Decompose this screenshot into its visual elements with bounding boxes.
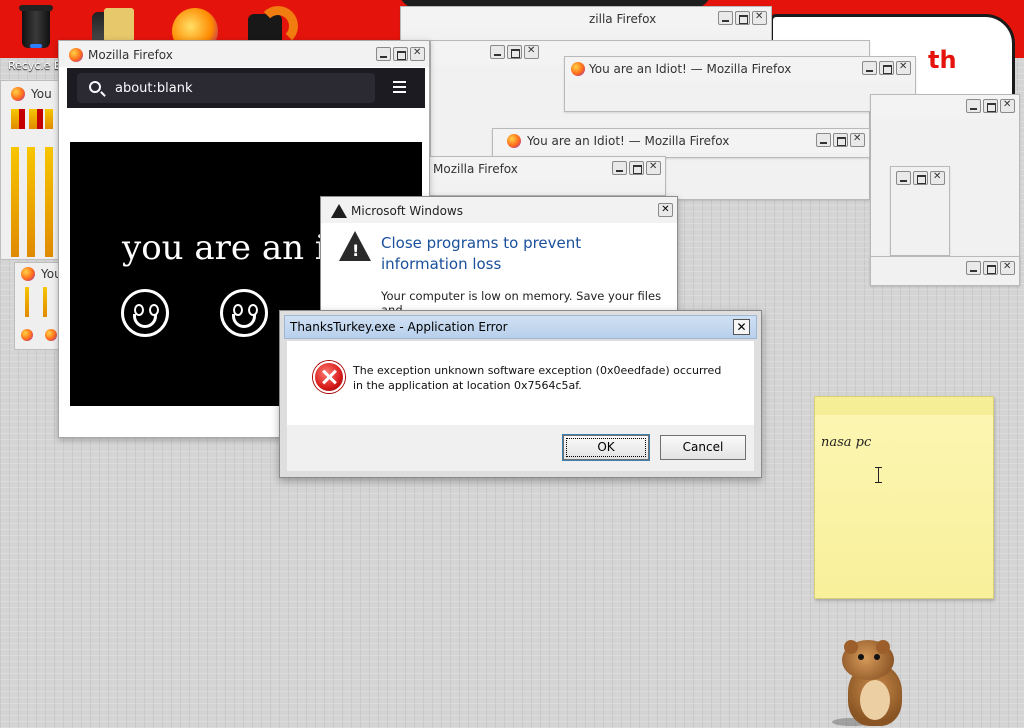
close-icon[interactable]: [524, 45, 539, 59]
close-icon[interactable]: [1000, 99, 1015, 113]
low-memory-title: Microsoft Windows: [351, 204, 463, 218]
ghost-window-title: You are an Idiot! — Mozilla Firefox: [527, 134, 730, 148]
low-memory-dialog: Microsoft Windows ✕ Close programs to pr…: [320, 196, 678, 328]
maximize-icon[interactable]: [629, 161, 644, 175]
firefox-icon: [507, 134, 521, 148]
ghost-window-title: You are an Idiot! — Mozilla Firefox: [589, 62, 792, 76]
close-icon[interactable]: [850, 133, 865, 147]
ghost-window-idiot: You are an Idiot! — Mozilla Firefox: [564, 56, 916, 112]
sticky-note[interactable]: nasa pc: [814, 396, 994, 599]
firefox-icon: [21, 267, 35, 281]
close-icon[interactable]: [410, 47, 425, 61]
address-bar-url[interactable]: about:blank: [115, 81, 193, 96]
recycle-bin-icon[interactable]: [14, 5, 58, 56]
maximize-icon[interactable]: [735, 11, 750, 25]
firefox-icon: [69, 48, 83, 62]
smiley-face-icon: [220, 289, 268, 337]
application-error-titlebar[interactable]: ThanksTurkey.exe - Application Error ✕: [284, 315, 757, 339]
ghost-window: Mozilla Firefox: [426, 156, 666, 196]
error-icon: [313, 361, 345, 393]
application-error-message: The exception unknown software exception…: [353, 364, 722, 392]
ghost-window: [870, 256, 1020, 286]
close-icon[interactable]: ✕: [658, 203, 673, 217]
maximize-icon[interactable]: [983, 99, 998, 113]
minimize-icon[interactable]: [816, 133, 831, 147]
maximize-icon[interactable]: [393, 47, 408, 61]
ok-button[interactable]: OK: [563, 435, 649, 460]
maximize-icon[interactable]: [879, 61, 894, 75]
maximize-icon[interactable]: [507, 45, 522, 59]
warning-icon: [339, 231, 371, 261]
firefox-icon: [21, 329, 33, 341]
warning-icon: [331, 204, 347, 218]
ghost-window-title: You: [31, 87, 52, 101]
desktop-folder-icon[interactable]: [104, 8, 134, 42]
minimize-icon[interactable]: [490, 45, 505, 59]
maximize-icon[interactable]: [983, 261, 998, 275]
firefox-titlebar[interactable]: Mozilla Firefox: [59, 41, 429, 67]
idiot-page-text: you are an id: [122, 228, 348, 268]
ghost-window-strip: You: [14, 262, 62, 350]
close-icon[interactable]: [1000, 261, 1015, 275]
sticky-note-header[interactable]: [815, 397, 993, 415]
recycle-bin-label: Recycle B: [8, 59, 62, 72]
maximize-icon[interactable]: [913, 171, 928, 185]
maximize-icon[interactable]: [833, 133, 848, 147]
low-memory-titlebar[interactable]: Microsoft Windows ✕: [321, 197, 677, 223]
ghost-window-title: Mozilla Firefox: [433, 162, 518, 176]
search-icon: [89, 81, 101, 93]
close-icon[interactable]: [896, 61, 911, 75]
minimize-icon[interactable]: [896, 171, 911, 185]
close-icon[interactable]: [646, 161, 661, 175]
sticky-note-text[interactable]: nasa pc: [821, 435, 871, 450]
minimize-icon[interactable]: [718, 11, 733, 25]
firefox-icon: [571, 62, 585, 76]
application-error-footer: OK Cancel: [287, 425, 754, 471]
smiley-face-icon: [121, 289, 169, 337]
minimize-icon[interactable]: [862, 61, 877, 75]
close-icon[interactable]: [930, 171, 945, 185]
firefox-toolbar: about:blank: [67, 68, 425, 108]
cancel-button[interactable]: Cancel: [660, 435, 746, 460]
menu-icon[interactable]: [393, 81, 406, 93]
firefox-icon: [45, 329, 57, 341]
ghost-window-idiot: You are an Idiot! — Mozilla Firefox: [492, 128, 870, 158]
close-icon[interactable]: [752, 11, 767, 25]
desktop-pet-hamster[interactable]: [832, 640, 912, 728]
low-memory-heading: Close programs to prevent information lo…: [381, 234, 582, 273]
application-error-title: ThanksTurkey.exe - Application Error: [290, 320, 508, 334]
firefox-icon: [11, 87, 25, 101]
firefox-title: Mozilla Firefox: [88, 48, 173, 62]
application-error-body: The exception unknown software exception…: [287, 341, 754, 425]
address-bar[interactable]: about:blank: [77, 73, 375, 103]
wallpaper-text: th: [928, 46, 957, 74]
text-cursor-icon: [875, 467, 886, 483]
minimize-icon[interactable]: [966, 261, 981, 275]
application-error-dialog: ThanksTurkey.exe - Application Error ✕ T…: [279, 310, 762, 478]
minimize-icon[interactable]: [966, 99, 981, 113]
ghost-window-title: zilla Firefox: [589, 12, 657, 26]
ghost-window-strip: You: [0, 80, 60, 260]
ghost-window: [890, 166, 950, 256]
minimize-icon[interactable]: [612, 161, 627, 175]
minimize-icon[interactable]: [376, 47, 391, 61]
close-icon[interactable]: ✕: [733, 319, 750, 335]
